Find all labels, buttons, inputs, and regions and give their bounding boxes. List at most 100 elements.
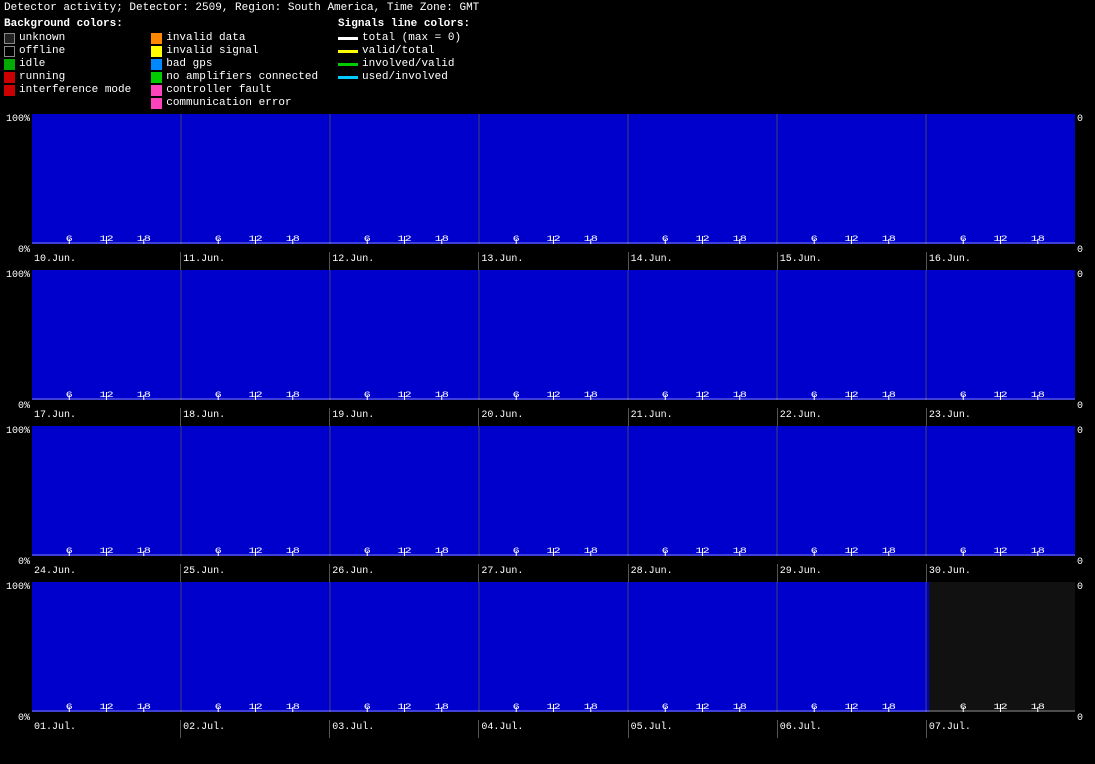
x-day-label: 02.Jul. (183, 722, 225, 733)
legend-bg-title: Background colors: (4, 18, 131, 30)
chart-tick-overlay: 61218612186121861218612186121861218 (32, 114, 1075, 244)
svg-text:18: 18 (137, 703, 151, 712)
svg-text:6: 6 (215, 235, 222, 244)
svg-text:6: 6 (513, 547, 520, 556)
x-day-label: 22.Jun. (780, 410, 822, 421)
x-axis-row: 24.Jun.25.Jun.26.Jun.27.Jun.28.Jun.29.Ju… (32, 564, 1075, 582)
svg-text:18: 18 (435, 235, 449, 244)
svg-text:18: 18 (137, 235, 151, 244)
svg-text:18: 18 (584, 391, 598, 400)
svg-text:12: 12 (993, 391, 1007, 400)
svg-text:18: 18 (584, 547, 598, 556)
svg-text:6: 6 (811, 235, 818, 244)
svg-text:12: 12 (844, 391, 858, 400)
x-day-label: 12.Jun. (332, 254, 374, 265)
x-day-segment: 25.Jun. (180, 564, 329, 582)
y-right-bot: 0 (1077, 401, 1083, 412)
x-day-label: 24.Jun. (34, 566, 76, 577)
legend-ctrl-fault-box (151, 85, 162, 96)
x-axis-row: 17.Jun.18.Jun.19.Jun.20.Jun.21.Jun.22.Ju… (32, 408, 1075, 426)
svg-text:12: 12 (248, 547, 262, 556)
y-right-top: 0 (1077, 114, 1083, 125)
legend-running: running (4, 71, 131, 83)
legend-idle-box (4, 59, 15, 70)
x-day-segment: 29.Jun. (777, 564, 926, 582)
svg-text:18: 18 (733, 547, 747, 556)
x-day-segment: 24.Jun. (32, 564, 180, 582)
svg-text:6: 6 (215, 703, 222, 712)
legend-invalid-spacer (151, 18, 318, 30)
y-right-bot: 0 (1077, 713, 1083, 724)
svg-text:12: 12 (99, 547, 113, 556)
svg-text:18: 18 (1031, 235, 1045, 244)
x-day-label: 17.Jun. (34, 410, 76, 421)
svg-text:18: 18 (584, 235, 598, 244)
svg-text:18: 18 (1031, 391, 1045, 400)
x-day-segment: 17.Jun. (32, 408, 180, 426)
legend-comm-error: communication error (151, 97, 318, 109)
svg-text:18: 18 (1031, 703, 1045, 712)
legend-sig-used-label: used/involved (362, 71, 448, 83)
chart-frame-3: 100%0%6121861218612186121861218612186121… (0, 582, 1095, 720)
legend-unknown: unknown (4, 32, 131, 44)
y-top-label: 100% (6, 114, 30, 125)
chart-tick-overlay: 61218612186121861218612186121861218 (32, 582, 1075, 712)
legend-sig-used-line (338, 76, 358, 79)
svg-text:6: 6 (66, 703, 73, 712)
svg-text:12: 12 (695, 235, 709, 244)
legend-sig-valid: valid/total (338, 45, 470, 57)
x-day-label: 06.Jul. (780, 722, 822, 733)
y-top-label: 100% (6, 426, 30, 437)
svg-text:12: 12 (844, 235, 858, 244)
x-axis-row: 01.Jul.02.Jul.03.Jul.04.Jul.05.Jul.06.Ju… (32, 720, 1075, 738)
x-day-segment: 07.Jul. (926, 720, 1075, 738)
svg-text:6: 6 (811, 391, 818, 400)
x-day-label: 25.Jun. (183, 566, 225, 577)
legend-sig-total-line (338, 37, 358, 40)
legend-invalid-data: invalid data (151, 32, 318, 44)
svg-text:18: 18 (882, 703, 896, 712)
x-day-segment: 23.Jun. (926, 408, 1075, 426)
legend-bad-gps-box (151, 59, 162, 70)
y-right-bot: 0 (1077, 557, 1083, 568)
svg-text:12: 12 (993, 547, 1007, 556)
legend-running-box (4, 72, 15, 83)
x-day-segment: 30.Jun. (926, 564, 1075, 582)
svg-text:6: 6 (215, 547, 222, 556)
legend-interference-box (4, 85, 15, 96)
legend-sig-involved-line (338, 63, 358, 66)
legend-bad-gps-label: bad gps (166, 58, 212, 70)
x-day-label: 16.Jun. (929, 254, 971, 265)
legend-sig-title: Signals line colors: (338, 18, 470, 30)
svg-text:12: 12 (546, 391, 560, 400)
x-day-label: 11.Jun. (183, 254, 225, 265)
chart-plot-0: 61218612186121861218612186121861218 (32, 114, 1075, 244)
x-day-segment: 15.Jun. (777, 252, 926, 270)
y-right-top: 0 (1077, 426, 1083, 437)
x-day-segment: 26.Jun. (329, 564, 478, 582)
svg-text:12: 12 (844, 547, 858, 556)
svg-text:18: 18 (733, 235, 747, 244)
svg-text:6: 6 (960, 235, 967, 244)
x-day-label: 10.Jun. (34, 254, 76, 265)
svg-text:12: 12 (397, 703, 411, 712)
legend-sig-col: Signals line colors: total (max = 0) val… (338, 18, 470, 110)
svg-text:6: 6 (960, 547, 967, 556)
chart-plot-2: 61218612186121861218612186121861218 (32, 426, 1075, 556)
svg-text:6: 6 (513, 235, 520, 244)
svg-text:6: 6 (513, 703, 520, 712)
legend-sig-valid-label: valid/total (362, 45, 435, 57)
x-day-label: 28.Jun. (631, 566, 673, 577)
svg-text:6: 6 (364, 703, 371, 712)
x-day-label: 23.Jun. (929, 410, 971, 421)
svg-text:12: 12 (695, 547, 709, 556)
legend-offline: offline (4, 45, 131, 57)
chart-section-3: 100%0%6121861218612186121861218612186121… (0, 582, 1095, 738)
x-day-segment: 16.Jun. (926, 252, 1075, 270)
x-day-segment: 22.Jun. (777, 408, 926, 426)
x-day-label: 07.Jul. (929, 722, 971, 733)
legend-sig-used: used/involved (338, 71, 470, 83)
chart-plot-1: 61218612186121861218612186121861218 (32, 270, 1075, 400)
y-right-top: 0 (1077, 270, 1083, 281)
legend-offline-box (4, 46, 15, 57)
